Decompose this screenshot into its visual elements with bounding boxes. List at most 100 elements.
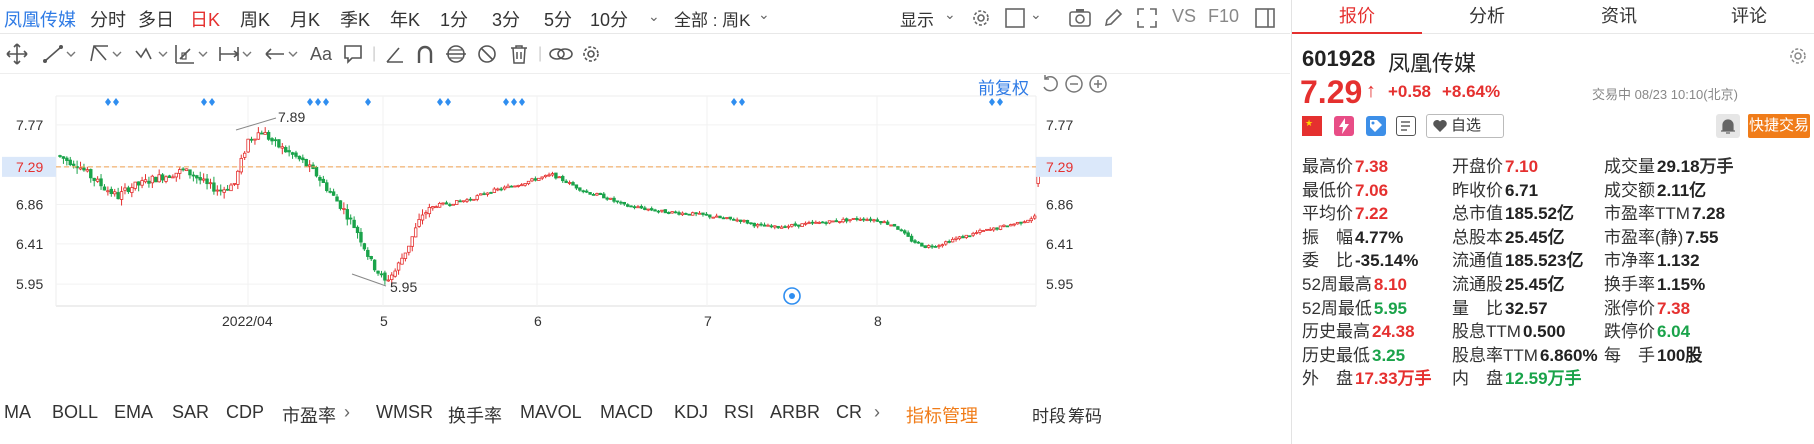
indicator-wmsr[interactable]: WMSR [376,402,433,423]
period-10min-dropdown[interactable]: 10分 [590,6,628,32]
tab-news[interactable]: 资讯 [1554,0,1684,34]
indicator-cdp[interactable]: CDP [226,402,264,423]
kline-chart[interactable]: 前复权 7.89 5.95 2022/04 5 6 7 8 7.77 7.77 7.2 [0,74,1290,394]
measure-icon[interactable] [174,42,210,66]
period-yearly-k[interactable]: 年K [390,6,420,32]
camera-icon[interactable] [1068,7,1092,29]
chevron-down-icon[interactable]: ⌄ [758,6,770,23]
link-icon[interactable] [548,42,574,66]
tag-badge-icon[interactable] [1366,116,1386,136]
comment-icon[interactable] [342,42,364,66]
period-daily-k[interactable]: 日K [190,6,220,32]
quote-label: 昨收价 [1452,180,1503,200]
event-marker[interactable] [511,98,517,106]
event-marker[interactable] [113,98,119,106]
vs-compare-button[interactable]: VS [1172,6,1196,27]
indicator-sar[interactable]: SAR [172,402,209,423]
event-marker[interactable] [739,98,745,106]
period-intraday[interactable]: 分时 [90,6,126,32]
lock-drawing-icon[interactable] [444,42,468,66]
settings-icon[interactable] [1788,46,1808,71]
event-marker[interactable] [503,98,509,106]
arrow-left-icon[interactable] [264,42,300,66]
quote-cell: 最低价 7.06 [1302,176,1388,201]
period-1min[interactable]: 1分 [440,6,468,32]
range-icon[interactable] [218,42,254,66]
indicator-manage-button[interactable]: 指标管理 [906,402,978,428]
period-session-button[interactable]: 时段 [1032,402,1066,427]
pencil-icon[interactable] [1102,7,1124,29]
trash-icon[interactable] [508,42,530,66]
indicator-macd[interactable]: MACD [600,402,653,423]
period-5min[interactable]: 5分 [544,6,572,32]
stock-name-link[interactable]: 凤凰传媒 [4,6,76,32]
trendline-icon[interactable] [42,42,78,66]
chevron-down-icon[interactable]: ⌄ [944,6,956,23]
chevron-down-icon[interactable]: ⌄ [648,8,660,25]
kline-plot[interactable]: 7.89 5.95 2022/04 5 6 7 8 7.77 7.77 7.29 7.29 6.… [0,74,1290,394]
indicator-kdj[interactable]: KDJ [674,402,708,423]
indicator-arbr[interactable]: ARBR [770,402,820,423]
event-marker[interactable] [731,98,737,106]
hide-drawing-icon[interactable] [476,42,498,66]
period-multiday[interactable]: 多日 [138,6,174,32]
chevron-right-icon[interactable]: › [344,402,350,423]
range-select[interactable]: 全部 : 周K [674,6,751,31]
lightning-badge-icon[interactable] [1334,116,1354,136]
arrow-up-icon: ↑ [1366,80,1376,102]
channel-icon[interactable] [88,42,124,66]
chevron-down-icon[interactable]: ⌄ [1030,6,1042,23]
period-quarterly-k[interactable]: 季K [340,6,370,32]
fullscreen-icon[interactable] [1136,7,1158,29]
tab-analysis[interactable]: 分析 [1422,0,1552,34]
indicator-ma[interactable]: MA [4,402,31,423]
indicator-mavol[interactable]: MAVOL [520,402,582,423]
event-marker[interactable] [209,98,215,106]
event-marker[interactable] [201,98,207,106]
candle-body [523,183,527,186]
settings-icon[interactable] [580,42,602,66]
indicator-boll[interactable]: BOLL [52,402,98,423]
period-weekly-k[interactable]: 周K [240,6,270,32]
indicator-ema[interactable]: EMA [114,402,153,423]
wave-icon[interactable] [134,42,170,66]
angle-icon[interactable] [384,42,406,66]
event-marker[interactable] [315,98,321,106]
chevron-right-icon[interactable]: › [874,402,880,423]
indicator-turnover[interactable]: 换手率 [448,402,502,428]
event-marker[interactable] [437,98,443,106]
bell-icon[interactable] [1716,114,1740,138]
event-marker[interactable] [519,98,525,106]
event-marker[interactable] [105,98,111,106]
indicator-pe[interactable]: 市盈率 [282,402,336,428]
tab-comments[interactable]: 评论 [1684,0,1814,34]
f10-button[interactable]: F10 [1208,6,1239,27]
tab-quote[interactable]: 报价 [1292,0,1422,34]
magnet-icon[interactable] [414,42,436,66]
add-watchlist-button[interactable]: 自选 [1426,114,1504,138]
display-menu[interactable]: 显示 [900,6,934,31]
event-marker[interactable] [323,98,329,106]
document-icon[interactable] [1396,116,1416,136]
candle-body [85,169,90,172]
panel-toggle-icon[interactable] [1254,7,1276,29]
move-icon[interactable] [6,42,28,66]
event-marker[interactable] [997,98,1003,106]
quick-trade-button[interactable]: 快捷交易 [1748,114,1810,138]
event-marker[interactable] [365,98,371,106]
period-3min[interactable]: 3分 [492,6,520,32]
square-icon[interactable] [1004,7,1026,29]
text-tool[interactable]: Aa [310,42,332,66]
indicator-rsi[interactable]: RSI [724,402,754,423]
candle-body [177,169,182,174]
locate-icon[interactable] [783,287,801,305]
event-marker[interactable] [307,98,313,106]
event-marker[interactable] [445,98,451,106]
gear-icon[interactable] [970,7,992,29]
candle-body [909,235,914,242]
chip-distribution-button[interactable]: 筹码 [1068,402,1102,427]
event-marker[interactable] [989,98,995,106]
indicator-cr[interactable]: CR [836,402,862,423]
candle-body [359,231,363,243]
period-monthly-k[interactable]: 月K [290,6,320,32]
